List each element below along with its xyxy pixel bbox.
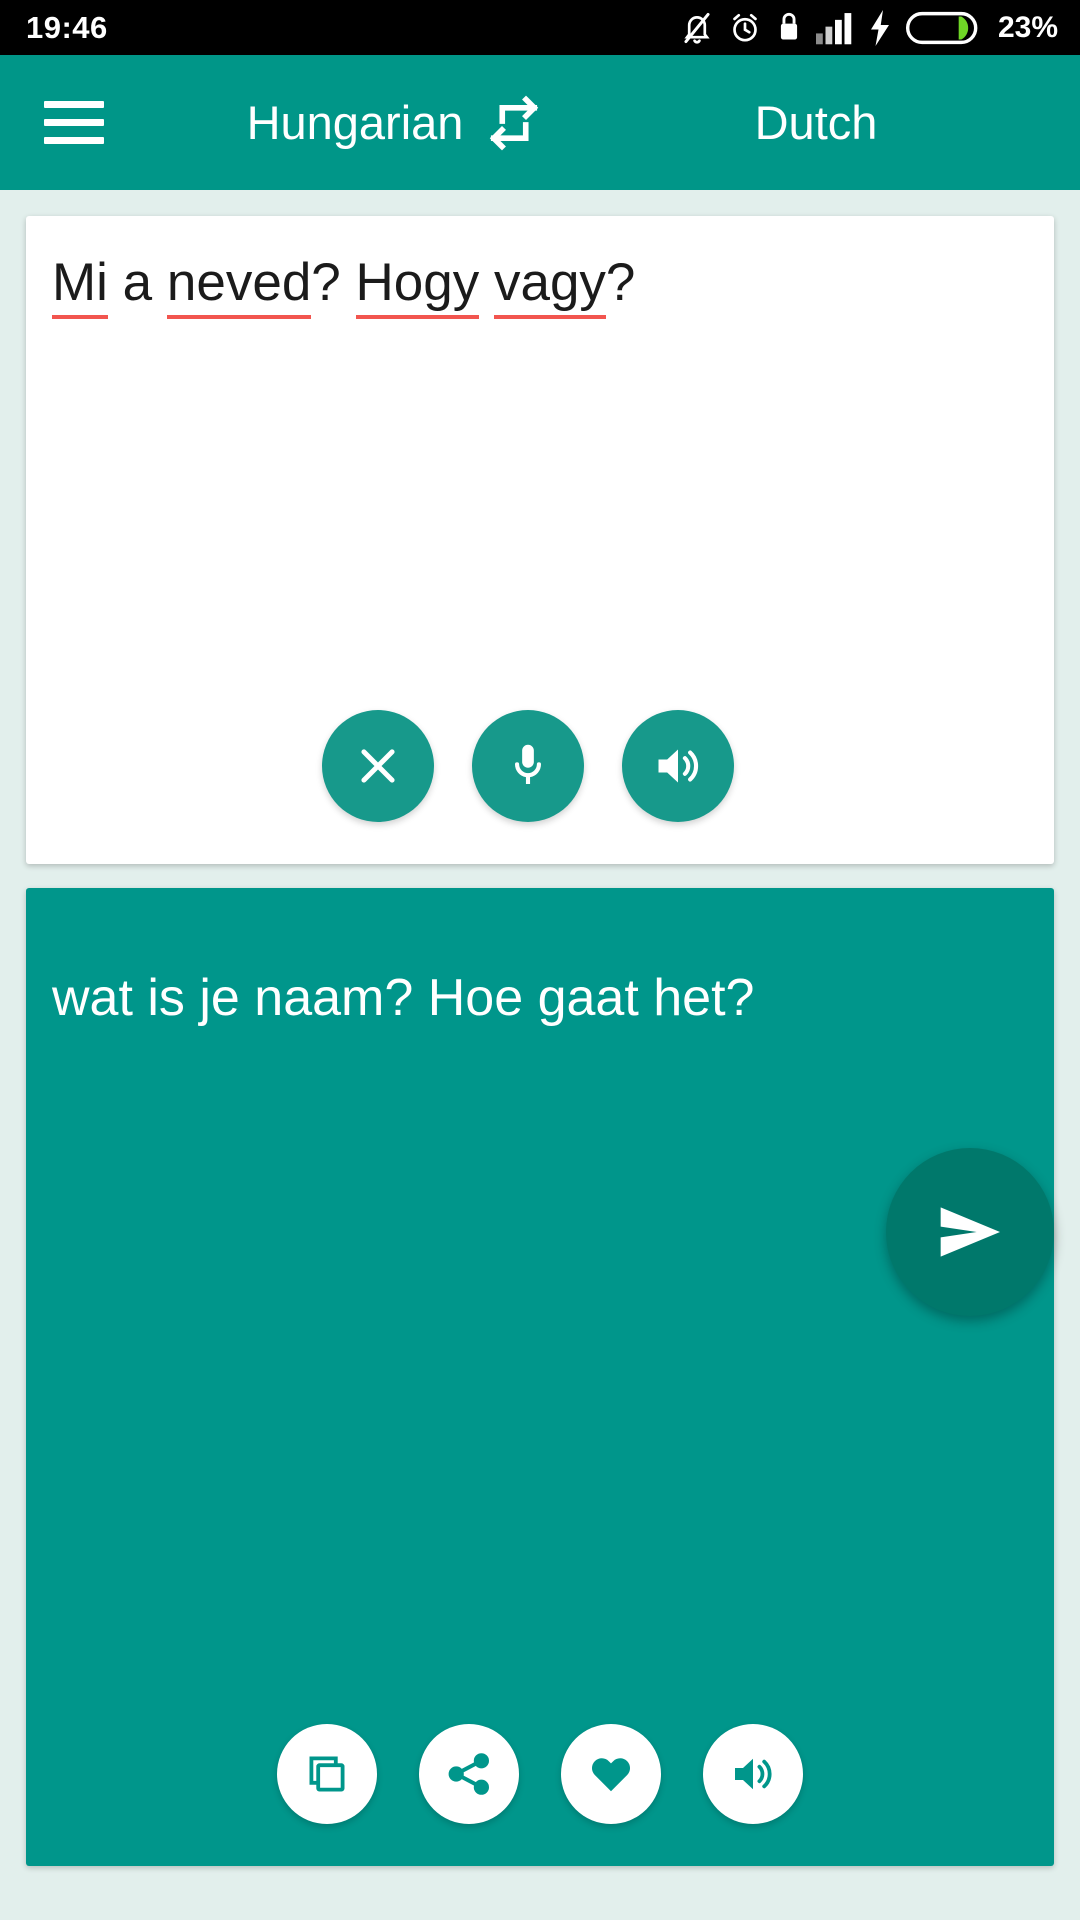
- usb-lock-icon: [776, 10, 802, 46]
- status-time: 19:46: [26, 9, 108, 45]
- charging-bolt-icon: [868, 9, 892, 46]
- speak-target-button[interactable]: [703, 1724, 803, 1824]
- favorite-button[interactable]: [561, 1724, 661, 1824]
- translated-text: wat is je naam? Hoe gaat het?: [52, 969, 755, 1027]
- microphone-button[interactable]: [472, 710, 584, 822]
- target-language-selector[interactable]: Dutch: [616, 95, 1016, 150]
- speak-source-button[interactable]: [622, 710, 734, 822]
- share-button[interactable]: [419, 1724, 519, 1824]
- status-icons: 23%: [680, 9, 1058, 46]
- translation-result-card[interactable]: wat is je naam? Hoe gaat het?: [26, 888, 1054, 1866]
- status-bar: 19:46 23%: [0, 0, 1080, 55]
- app-bar: Hungarian Dutch: [0, 55, 1080, 190]
- battery-percent: 23%: [997, 10, 1058, 44]
- battery-icon: [905, 11, 980, 45]
- copy-button[interactable]: [277, 1724, 377, 1824]
- source-text-card[interactable]: Mi a neved? Hogy vagy?: [26, 216, 1054, 864]
- clear-button[interactable]: [322, 710, 434, 822]
- bell-muted-icon: [680, 10, 714, 46]
- target-action-row: [26, 1724, 1054, 1824]
- signal-bars-icon: [815, 11, 854, 45]
- source-text[interactable]: Mi a neved? Hogy vagy?: [52, 250, 1028, 319]
- source-action-row: [26, 710, 1054, 822]
- swap-languages-icon[interactable]: [474, 83, 554, 163]
- translation-screen: Mi a neved? Hogy vagy? wat is je naam? H…: [0, 190, 1080, 1920]
- hamburger-menu-icon[interactable]: [44, 101, 104, 144]
- send-button[interactable]: [886, 1148, 1054, 1316]
- alarm-clock-icon: [728, 10, 762, 46]
